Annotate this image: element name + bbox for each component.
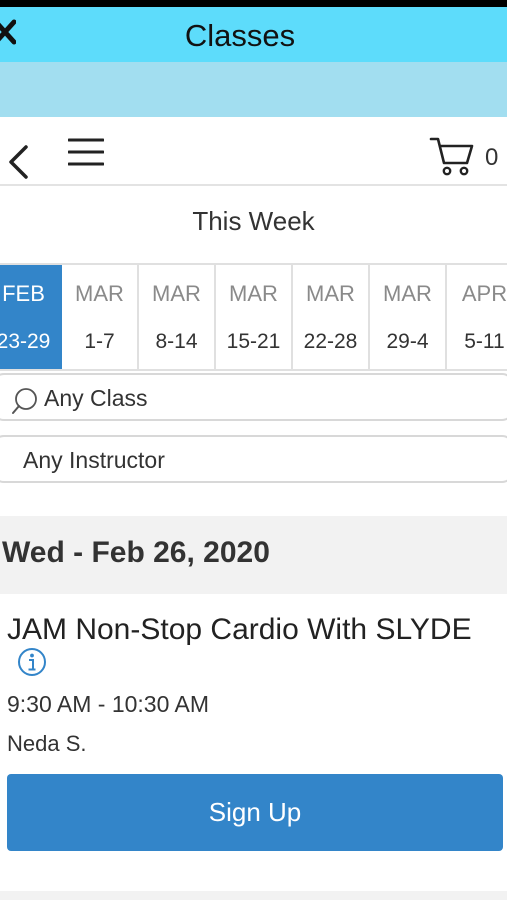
day-header-date: Wed - Feb 26, 2020: [2, 536, 270, 569]
class-title[interactable]: JAM Non-Stop Cardio With SLYDE: [7, 613, 472, 646]
week-range: 22-28: [303, 330, 358, 353]
week-range: 8-14: [155, 330, 198, 353]
week-month: MAR: [383, 281, 432, 306]
week-tab[interactable]: MAR 8-14: [139, 265, 216, 369]
next-section-divider: [0, 891, 507, 900]
sign-up-button[interactable]: Sign Up: [7, 774, 503, 851]
cart-count: 0: [485, 144, 499, 171]
nav-bar: 0: [0, 117, 507, 186]
class-title-line: JAM Non-Stop Cardio With SLYDE: [7, 612, 477, 683]
week-month: APR: [461, 281, 507, 306]
week-selector: FEB 23-29 MAR 1-7 MAR 8-14 MAR 15-21 MAR…: [0, 263, 507, 371]
title-bar: Classes: [0, 7, 507, 62]
class-filter-value: Any Class: [44, 385, 148, 411]
status-bar: [0, 0, 507, 7]
instructor-filter-value: Any Instructor: [23, 447, 165, 473]
cart-icon[interactable]: [429, 135, 475, 177]
week-tab[interactable]: MAR 29-4: [370, 265, 447, 369]
instructor-filter-input[interactable]: Any Instructor: [0, 435, 507, 483]
week-range: 29-4: [386, 330, 429, 353]
week-tab[interactable]: MAR 22-28: [293, 265, 370, 369]
chevron-left-icon[interactable]: [6, 144, 30, 180]
week-tab[interactable]: MAR 15-21: [216, 265, 293, 369]
search-icon: [12, 388, 37, 414]
week-range: 15-21: [226, 330, 281, 353]
week-range: 23-29: [0, 330, 51, 353]
week-tab[interactable]: FEB 23-29: [0, 265, 62, 369]
week-month: MAR: [306, 281, 355, 306]
page-title: Classes: [184, 18, 296, 53]
week-tab[interactable]: APR 5-11: [447, 265, 507, 369]
class-instructor: Neda S.: [7, 731, 87, 756]
class-filter-input[interactable]: Any Class: [0, 373, 507, 421]
week-month: MAR: [229, 281, 278, 306]
week-month: MAR: [75, 281, 124, 306]
week-label: This Week: [192, 206, 315, 236]
week-tab[interactable]: MAR 1-7: [62, 265, 139, 369]
class-card: JAM Non-Stop Cardio With SLYDE 9:30 AM -…: [0, 594, 507, 884]
info-icon[interactable]: [17, 647, 47, 677]
hamburger-menu-icon[interactable]: [68, 137, 104, 167]
sub-header-bar: [0, 62, 507, 117]
week-month: MAR: [152, 281, 201, 306]
day-header: Wed - Feb 26, 2020: [0, 516, 507, 594]
class-time: 9:30 AM - 10:30 AM: [7, 691, 210, 717]
week-range: 1-7: [84, 330, 115, 353]
week-range: 5-11: [464, 330, 505, 353]
week-month: FEB: [2, 281, 45, 306]
